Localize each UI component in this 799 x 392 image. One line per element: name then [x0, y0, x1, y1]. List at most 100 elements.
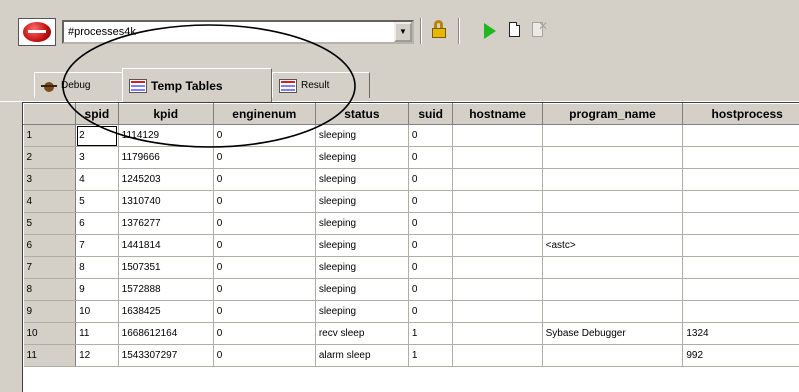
- cell-enginenum[interactable]: 0: [213, 344, 316, 367]
- cell-hostprocess[interactable]: [682, 300, 799, 323]
- cell-spid[interactable]: 9: [75, 278, 119, 301]
- cell-hostprocess[interactable]: 1324: [682, 322, 799, 345]
- cell-program-name[interactable]: Sybase Debugger: [542, 322, 684, 345]
- cell-kpid[interactable]: 1507351: [118, 256, 214, 279]
- cell-status[interactable]: recv sleep: [315, 322, 409, 345]
- cell-status[interactable]: sleeping: [315, 256, 409, 279]
- cell-status[interactable]: sleeping: [315, 212, 409, 235]
- cell-hostname[interactable]: [452, 256, 543, 279]
- row-number[interactable]: 10: [23, 322, 77, 345]
- cell-hostprocess[interactable]: [682, 256, 799, 279]
- cell-spid[interactable]: 6: [75, 212, 119, 235]
- cell-enginenum[interactable]: 0: [213, 234, 316, 257]
- tab-debug[interactable]: Debug: [34, 72, 126, 98]
- cell-enginenum[interactable]: 0: [213, 212, 316, 235]
- cell-enginenum[interactable]: 0: [213, 256, 316, 279]
- cell-status[interactable]: sleeping: [315, 124, 409, 147]
- cell-spid[interactable]: 4: [75, 168, 119, 191]
- cell-suid[interactable]: 0: [408, 146, 454, 169]
- cell-spid[interactable]: 11: [75, 322, 119, 345]
- cell-program-name[interactable]: <astc>: [542, 234, 684, 257]
- table-row[interactable]: 10 11 1668612164 0 recv sleep 1 Sybase Debugge…: [23, 322, 799, 345]
- cell-program-name[interactable]: [542, 256, 684, 279]
- document-icon[interactable]: [504, 18, 526, 44]
- chevron-down-icon[interactable]: ▼: [394, 22, 412, 42]
- cell-spid[interactable]: 3: [75, 146, 119, 169]
- cell-suid[interactable]: 0: [408, 212, 454, 235]
- sybase-app-icon[interactable]: [18, 18, 56, 46]
- row-number[interactable]: 4: [23, 190, 77, 213]
- cell-enginenum[interactable]: 0: [213, 300, 316, 323]
- cell-program-name[interactable]: [542, 344, 684, 367]
- column-header-enginenum[interactable]: enginenum: [212, 103, 316, 125]
- cell-spid[interactable]: 10: [75, 300, 119, 323]
- cell-suid[interactable]: 1: [408, 322, 454, 345]
- lock-icon[interactable]: [430, 18, 452, 44]
- cell-program-name[interactable]: [542, 212, 684, 235]
- cell-enginenum[interactable]: 0: [213, 278, 316, 301]
- column-header-hostprocess[interactable]: hostprocess: [682, 103, 799, 125]
- cell-program-name[interactable]: [542, 278, 684, 301]
- column-header-kpid[interactable]: kpid: [117, 103, 214, 125]
- cell-hostprocess[interactable]: [682, 234, 799, 257]
- cell-hostprocess[interactable]: [682, 146, 799, 169]
- cell-enginenum[interactable]: 0: [213, 146, 316, 169]
- cell-hostname[interactable]: [452, 278, 543, 301]
- cell-spid[interactable]: 5: [75, 190, 119, 213]
- cell-spid[interactable]: 2: [75, 124, 119, 147]
- cell-hostname[interactable]: [452, 168, 543, 191]
- column-header-spid[interactable]: spid: [75, 103, 119, 125]
- cell-kpid[interactable]: 1441814: [118, 234, 214, 257]
- table-row[interactable]: 6 7 1441814 0 sleeping 0 <astc>: [23, 234, 799, 257]
- column-header-hostname[interactable]: hostname: [452, 103, 543, 125]
- cell-spid[interactable]: 7: [75, 234, 119, 257]
- tab-result[interactable]: Result: [272, 72, 370, 98]
- cell-program-name[interactable]: [542, 168, 684, 191]
- cell-hostname[interactable]: [452, 322, 543, 345]
- table-row[interactable]: 7 8 1507351 0 sleeping 0: [23, 256, 799, 279]
- results-grid[interactable]: spid kpid enginenum status suid hostname…: [22, 102, 799, 392]
- cell-hostprocess[interactable]: [682, 124, 799, 147]
- cell-suid[interactable]: 0: [408, 234, 454, 257]
- cell-suid[interactable]: 0: [408, 168, 454, 191]
- cell-hostname[interactable]: [452, 234, 543, 257]
- table-row[interactable]: 4 5 1310740 0 sleeping 0: [23, 190, 799, 213]
- cell-enginenum[interactable]: 0: [213, 322, 316, 345]
- cell-hostname[interactable]: [452, 300, 543, 323]
- cell-program-name[interactable]: [542, 124, 684, 147]
- cell-program-name[interactable]: [542, 300, 684, 323]
- cell-kpid[interactable]: 1668612164: [118, 322, 214, 345]
- cell-status[interactable]: sleeping: [315, 146, 409, 169]
- cell-hostname[interactable]: [452, 146, 543, 169]
- cell-status[interactable]: sleeping: [315, 234, 409, 257]
- cell-kpid[interactable]: 1310740: [118, 190, 214, 213]
- cell-kpid[interactable]: 1572888: [118, 278, 214, 301]
- table-row[interactable]: 9 10 1638425 0 sleeping 0: [23, 300, 799, 323]
- table-row[interactable]: 5 6 1376277 0 sleeping 0: [23, 212, 799, 235]
- cell-spid[interactable]: 8: [75, 256, 119, 279]
- row-number[interactable]: 7: [23, 256, 77, 279]
- cell-suid[interactable]: 0: [408, 256, 454, 279]
- row-number[interactable]: 1: [23, 124, 77, 147]
- cell-hostprocess[interactable]: [682, 190, 799, 213]
- table-row[interactable]: 3 4 1245203 0 sleeping 0: [23, 168, 799, 191]
- cell-suid[interactable]: 0: [408, 124, 454, 147]
- cell-program-name[interactable]: [542, 190, 684, 213]
- row-number[interactable]: 8: [23, 278, 77, 301]
- row-number[interactable]: 3: [23, 168, 77, 191]
- cell-status[interactable]: sleeping: [315, 168, 409, 191]
- cell-kpid[interactable]: 1543307297: [118, 344, 214, 367]
- row-number[interactable]: 5: [23, 212, 77, 235]
- cell-enginenum[interactable]: 0: [213, 168, 316, 191]
- row-number[interactable]: 9: [23, 300, 77, 323]
- cell-enginenum[interactable]: 0: [213, 190, 316, 213]
- cell-status[interactable]: sleeping: [315, 190, 409, 213]
- cell-suid[interactable]: 0: [408, 190, 454, 213]
- table-row[interactable]: 1 2 1114129 0 sleeping 0: [23, 124, 799, 147]
- cell-kpid[interactable]: 1114129: [118, 124, 214, 147]
- cell-suid[interactable]: 0: [408, 300, 454, 323]
- cell-spid[interactable]: 12: [75, 344, 119, 367]
- cell-status[interactable]: sleeping: [315, 278, 409, 301]
- table-row[interactable]: 2 3 1179666 0 sleeping 0: [23, 146, 799, 169]
- cell-status[interactable]: sleeping: [315, 300, 409, 323]
